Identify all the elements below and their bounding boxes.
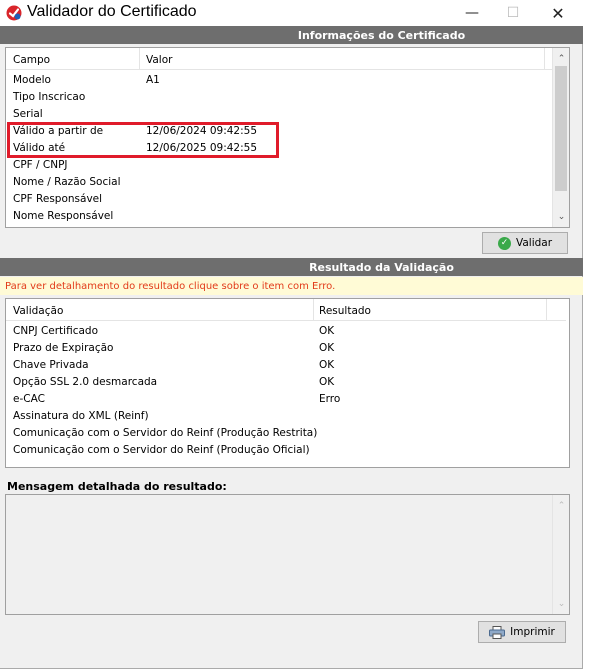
chevron-up-icon[interactable]: ⌃: [553, 497, 570, 514]
validation-result: OK: [319, 376, 335, 388]
validate-button[interactable]: ✓ Validar: [482, 232, 568, 254]
list-item[interactable]: CPF / CNPJ: [6, 158, 554, 174]
field-name: CPF Responsável: [13, 193, 103, 205]
list-item[interactable]: Tipo Inscricao: [6, 90, 554, 106]
column-header-validacao[interactable]: Validação: [13, 305, 63, 317]
column-header-valor[interactable]: Valor: [146, 54, 172, 66]
maximize-button[interactable]: ☐: [493, 0, 533, 26]
validation-item: Comunicação com o Servidor do Reinf (Pro…: [13, 444, 310, 456]
message-scrollbar[interactable]: ⌃ ⌄: [552, 495, 569, 614]
field-value: A1: [146, 74, 160, 86]
cert-list-scrollbar[interactable]: ⌃ ⌄: [552, 48, 569, 227]
validation-list-header: Validação Resultado: [6, 299, 566, 321]
field-name: Modelo: [13, 74, 51, 86]
certificate-app-icon: [6, 5, 22, 21]
column-header-campo[interactable]: Campo: [13, 54, 50, 66]
message-label: Mensagem detalhada do resultado:: [7, 480, 227, 493]
column-divider[interactable]: [139, 48, 140, 70]
window-title: Validador do Certificado: [27, 3, 197, 20]
validation-result: OK: [319, 359, 335, 371]
chevron-down-icon[interactable]: ⌄: [553, 208, 569, 225]
title-bar: Validador do Certificado — ☐ ✕: [0, 0, 583, 26]
validation-result: OK: [319, 342, 335, 354]
scrollbar-thumb[interactable]: [555, 66, 567, 191]
field-value: 12/06/2025 09:42:55: [146, 142, 258, 154]
validate-button-label: Validar: [515, 237, 553, 249]
table-row[interactable]: Opção SSL 2.0 desmarcada OK: [6, 375, 566, 391]
minimize-icon: —: [465, 5, 479, 21]
close-icon: ✕: [551, 3, 565, 23]
table-row[interactable]: CNPJ Certificado OK: [6, 324, 566, 340]
list-item[interactable]: Válido a partir de 12/06/2024 09:42:55: [6, 124, 554, 140]
column-divider[interactable]: [313, 299, 314, 321]
field-name: Válido até: [13, 142, 66, 154]
field-name: Nome / Razão Social: [13, 176, 121, 188]
field-value: 12/06/2024 09:42:55: [146, 125, 258, 137]
validation-item: Prazo de Expiração: [13, 342, 114, 354]
list-item[interactable]: Válido até 12/06/2025 09:42:55: [6, 141, 554, 157]
field-name: Serial: [13, 108, 43, 120]
validation-result: Erro: [319, 393, 341, 405]
info-banner: Para ver detalhamento do resultado cliqu…: [0, 277, 583, 295]
print-button-label: Imprimir: [510, 626, 555, 638]
table-row[interactable]: Comunicação com o Servidor do Reinf (Pro…: [6, 443, 566, 459]
cert-info-list[interactable]: Campo Valor Modelo A1 Tipo Inscricao Ser…: [5, 47, 570, 228]
validation-list[interactable]: Validação Resultado CNPJ Certificado OK …: [5, 298, 570, 468]
list-item[interactable]: Nome / Razão Social: [6, 175, 554, 191]
validation-item: Chave Privada: [13, 359, 89, 371]
field-name: Válido a partir de: [13, 125, 104, 137]
table-row[interactable]: e-CAC Erro: [6, 392, 566, 408]
validation-item: e-CAC: [13, 393, 45, 405]
validation-item: CNPJ Certificado: [13, 325, 99, 337]
validation-item: Assinatura do XML (Reinf): [13, 410, 149, 422]
field-name: CPF / CNPJ: [13, 159, 68, 171]
printer-icon: [489, 625, 506, 639]
cert-list-header: Campo Valor: [6, 48, 554, 70]
list-item[interactable]: Serial: [6, 107, 554, 123]
chevron-down-icon[interactable]: ⌄: [553, 595, 570, 612]
field-name: Nome Responsável: [13, 210, 114, 222]
table-row[interactable]: Assinatura do XML (Reinf): [6, 409, 566, 425]
validator-window: Validador do Certificado — ☐ ✕ Informaçõ…: [0, 0, 583, 669]
validation-item: Comunicação com o Servidor do Reinf (Pro…: [13, 427, 318, 439]
maximize-icon: ☐: [506, 5, 520, 21]
list-item[interactable]: Modelo A1: [6, 73, 554, 89]
message-textarea[interactable]: ⌃ ⌄: [5, 494, 570, 615]
check-circle-icon: ✓: [497, 236, 511, 250]
table-row[interactable]: Chave Privada OK: [6, 358, 566, 374]
validation-item: Opção SSL 2.0 desmarcada: [13, 376, 158, 388]
column-header-resultado[interactable]: Resultado: [319, 305, 371, 317]
list-item[interactable]: Nome Responsável: [6, 209, 554, 225]
table-row[interactable]: Prazo de Expiração OK: [6, 341, 566, 357]
cert-info-header: Informações do Certificado: [0, 26, 583, 44]
column-divider[interactable]: [546, 299, 547, 321]
chevron-up-icon[interactable]: ⌃: [553, 50, 569, 67]
list-item[interactable]: CPF Responsável: [6, 192, 554, 208]
close-button[interactable]: ✕: [538, 0, 578, 26]
validation-result-header: Resultado da Validação: [0, 258, 583, 276]
minimize-button[interactable]: —: [452, 0, 492, 26]
validation-result: OK: [319, 325, 335, 337]
column-divider[interactable]: [544, 48, 545, 70]
print-button[interactable]: Imprimir: [478, 621, 566, 643]
field-name: Tipo Inscricao: [13, 91, 86, 103]
table-row[interactable]: Comunicação com o Servidor do Reinf (Pro…: [6, 426, 566, 442]
